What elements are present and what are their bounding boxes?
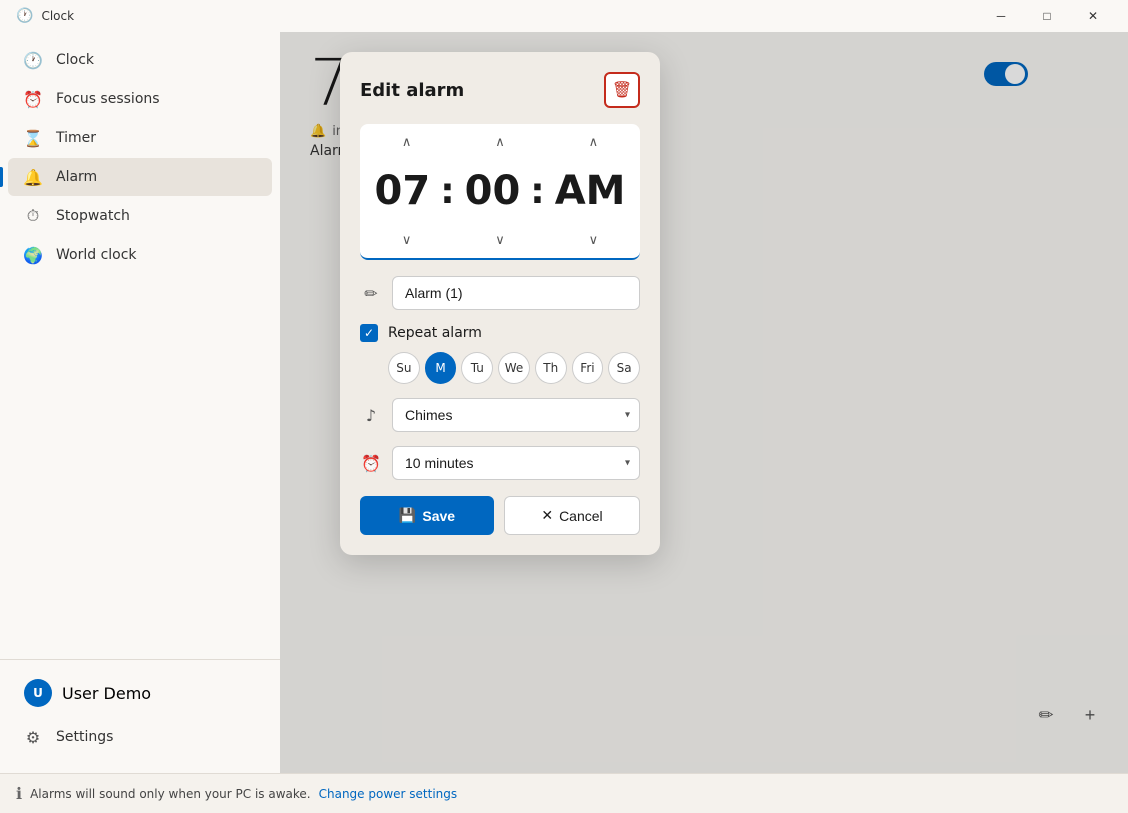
edit-alarm-modal: Edit alarm 🗑 ∧ ∧ ∧ 07 — [340, 52, 660, 555]
restore-button[interactable]: □ — [1024, 0, 1070, 32]
change-power-settings-link[interactable]: Change power settings — [319, 787, 458, 801]
user-label: User Demo — [62, 684, 151, 703]
sidebar-user[interactable]: U User Demo — [8, 669, 272, 717]
sidebar-label-clock: Clock — [56, 52, 94, 68]
save-button[interactable]: 💾 Save — [360, 496, 494, 535]
timer-icon: ⌛ — [24, 129, 42, 147]
status-message: Alarms will sound only when your PC is a… — [30, 787, 311, 801]
sidebar-item-alarm[interactable]: 🔔 Alarm — [8, 158, 272, 196]
edit-icon: ✏ — [360, 282, 382, 304]
time-arrows-top: ∧ ∧ ∧ — [360, 124, 640, 160]
status-bar: ℹ Alarms will sound only when your PC is… — [0, 773, 1128, 813]
sidebar-label-alarm: Alarm — [56, 169, 97, 185]
sidebar-item-worldclock[interactable]: 🌍 World clock — [8, 236, 272, 274]
sidebar-item-clock[interactable]: 🕐 Clock — [8, 41, 272, 79]
sidebar-label-worldclock: World clock — [56, 247, 137, 263]
title-bar: 🕐 Clock ─ □ ✕ — [0, 0, 1128, 32]
repeat-checkbox[interactable]: ✓ — [360, 324, 378, 342]
snooze-select[interactable]: 5 minutes 10 minutes 15 minutes 20 minut… — [392, 446, 640, 480]
trash-icon: 🗑 — [612, 80, 632, 100]
sidebar-item-focus[interactable]: ⏰ Focus sessions — [8, 80, 272, 118]
settings-icon: ⚙ — [24, 728, 42, 746]
day-we[interactable]: We — [498, 352, 530, 384]
clock-icon: 🕐 — [24, 51, 42, 69]
minute-down-button[interactable]: ∨ — [453, 228, 546, 252]
modal-title: Edit alarm — [360, 80, 464, 101]
day-th[interactable]: Th — [535, 352, 567, 384]
cancel-label: Cancel — [559, 508, 603, 524]
main-layout: 🕐 Clock ⏰ Focus sessions ⌛ Timer 🔔 Alarm… — [0, 32, 1128, 773]
alarm-name-row: ✏ — [360, 276, 640, 310]
close-button[interactable]: ✕ — [1070, 0, 1116, 32]
sidebar-item-timer[interactable]: ⌛ Timer — [8, 119, 272, 157]
time-arrows-bottom: ∨ ∨ ∨ — [360, 222, 640, 258]
sidebar: 🕐 Clock ⏰ Focus sessions ⌛ Timer 🔔 Alarm… — [0, 32, 280, 773]
alarm-icon: 🔔 — [24, 168, 42, 186]
day-su[interactable]: Su — [388, 352, 420, 384]
modal-overlay: Edit alarm 🗑 ∧ ∧ ∧ 07 — [280, 32, 1128, 773]
time-minute[interactable]: 00 — [451, 168, 535, 214]
alarm-name-input[interactable] — [392, 276, 640, 310]
day-m[interactable]: M — [425, 352, 457, 384]
sound-row: ♪ Chimes Alarm Bell Buzzer Digital ▾ — [360, 398, 640, 432]
hour-up-button[interactable]: ∧ — [360, 130, 453, 154]
day-fri[interactable]: Fri — [572, 352, 604, 384]
time-hour[interactable]: 07 — [361, 168, 445, 214]
app-icon: 🕐 — [16, 8, 33, 24]
sound-select-wrapper: Chimes Alarm Bell Buzzer Digital ▾ — [392, 398, 640, 432]
avatar: U — [24, 679, 52, 707]
modal-header: Edit alarm 🗑 — [360, 72, 640, 108]
time-display: 07 : 00 : AM — [360, 160, 640, 222]
cancel-x-icon: ✕ — [541, 507, 553, 524]
stopwatch-icon: ⏱ — [24, 207, 42, 225]
day-tu[interactable]: Tu — [461, 352, 493, 384]
day-selector: Su M Tu We Th Fri Sa — [360, 352, 640, 384]
ampm-down-button[interactable]: ∨ — [547, 228, 640, 252]
snooze-row: ⏰ 5 minutes 10 minutes 15 minutes 20 min… — [360, 446, 640, 480]
sidebar-item-stopwatch[interactable]: ⏱ Stopwatch — [8, 197, 272, 235]
sidebar-label-focus: Focus sessions — [56, 91, 160, 107]
snooze-icon: ⏰ — [360, 452, 382, 474]
sidebar-label-settings: Settings — [56, 729, 113, 745]
minimize-button[interactable]: ─ — [978, 0, 1024, 32]
title-bar-controls: ─ □ ✕ — [978, 0, 1116, 32]
day-sa[interactable]: Sa — [608, 352, 640, 384]
content-area: 7:00 AM 🔔 in 3 Alarm — [280, 32, 1128, 773]
sidebar-nav: 🕐 Clock ⏰ Focus sessions ⌛ Timer 🔔 Alarm… — [0, 40, 280, 659]
checkmark-icon: ✓ — [364, 326, 374, 340]
cancel-button[interactable]: ✕ Cancel — [504, 496, 640, 535]
repeat-label: Repeat alarm — [388, 325, 482, 341]
modal-footer: 💾 Save ✕ Cancel — [360, 496, 640, 535]
time-picker: ∧ ∧ ∧ 07 : 00 : AM ∨ ∨ — [360, 124, 640, 260]
worldclock-icon: 🌍 — [24, 246, 42, 264]
music-icon: ♪ — [360, 404, 382, 426]
title-bar-left: 🕐 Clock — [16, 8, 74, 24]
sidebar-item-settings[interactable]: ⚙ Settings — [8, 718, 272, 756]
time-ampm[interactable]: AM — [541, 168, 640, 214]
minute-up-button[interactable]: ∧ — [453, 130, 546, 154]
snooze-select-wrapper: 5 minutes 10 minutes 15 minutes 20 minut… — [392, 446, 640, 480]
focus-icon: ⏰ — [24, 90, 42, 108]
app-title: Clock — [41, 9, 74, 23]
repeat-alarm-row: ✓ Repeat alarm — [360, 324, 640, 342]
ampm-up-button[interactable]: ∧ — [547, 130, 640, 154]
save-icon: 💾 — [399, 507, 416, 524]
app-window: 🕐 Clock ─ □ ✕ 🕐 Clock ⏰ Focus sessions — [0, 0, 1128, 813]
info-icon: ℹ — [16, 784, 22, 803]
sidebar-label-stopwatch: Stopwatch — [56, 208, 130, 224]
sound-select[interactable]: Chimes Alarm Bell Buzzer Digital — [392, 398, 640, 432]
hour-down-button[interactable]: ∨ — [360, 228, 453, 252]
sidebar-label-timer: Timer — [56, 130, 96, 146]
save-label: Save — [422, 508, 455, 524]
delete-alarm-button[interactable]: 🗑 — [604, 72, 640, 108]
sidebar-bottom: U User Demo ⚙ Settings — [0, 659, 280, 765]
